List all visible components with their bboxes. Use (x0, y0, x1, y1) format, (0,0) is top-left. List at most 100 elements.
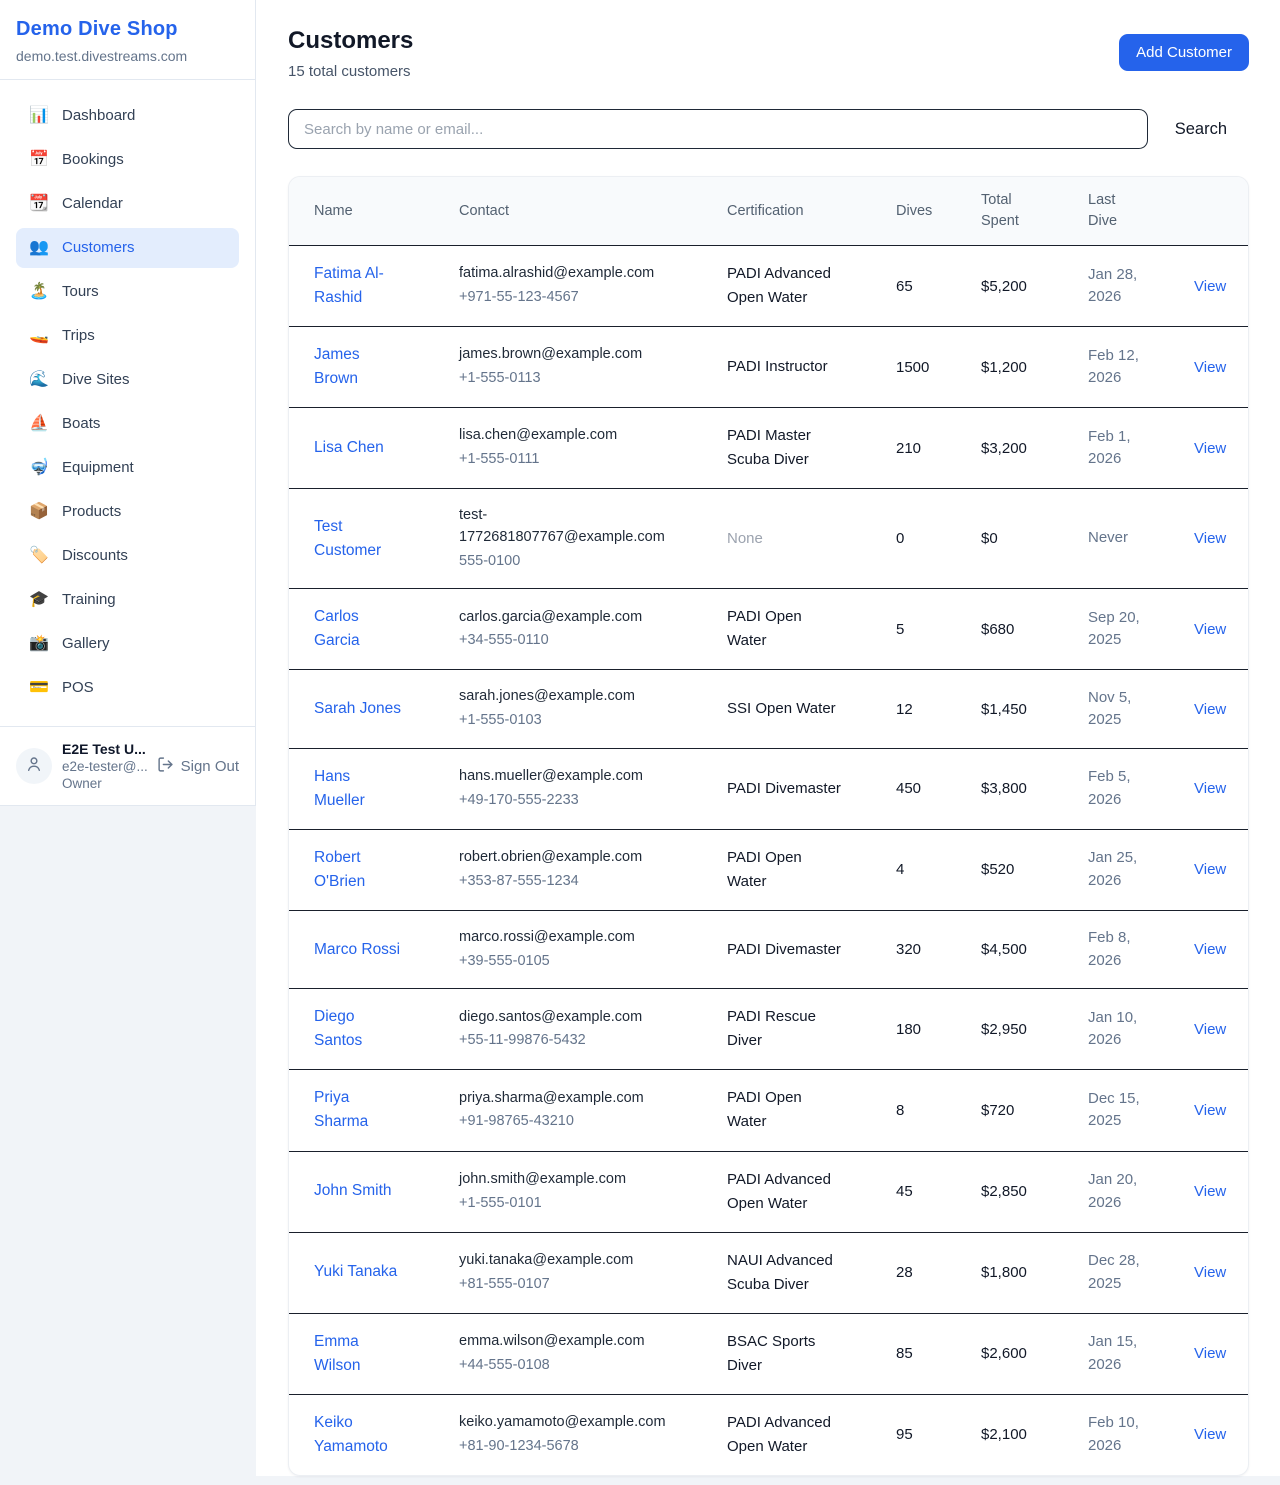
sidebar-item-training[interactable]: 🎓 Training (16, 580, 239, 620)
customers-table: Name Contact Certification Dives Total S… (289, 177, 1248, 1475)
customer-last-dive: Dec 15, 2025 (1088, 1088, 1144, 1133)
customer-dives: 5 (884, 589, 969, 670)
customer-total-spent: $3,800 (969, 748, 1076, 829)
table-row: Fatima Al-Rashid fatima.alrashid@example… (289, 246, 1248, 327)
sidebar-item-dashboard[interactable]: 📊 Dashboard (16, 96, 239, 136)
customer-name-link[interactable]: Lisa Chen (314, 436, 384, 460)
customer-name-link[interactable]: Priya Sharma (314, 1086, 404, 1134)
customer-email: carlos.garcia@example.com (459, 607, 674, 629)
sidebar-item-products[interactable]: 📦 Products (16, 492, 239, 532)
customer-total-spent: $720 (969, 1070, 1076, 1151)
customer-last-dive: Jan 28, 2026 (1088, 264, 1144, 309)
search-row: Search (288, 109, 1249, 149)
user-email: e2e-tester@... (62, 759, 147, 774)
sidebar-item-dive-sites[interactable]: 🌊 Dive Sites (16, 360, 239, 400)
page-header-text: Customers 15 total customers (288, 27, 413, 80)
view-link[interactable]: View (1194, 1102, 1226, 1119)
sidebar-item-equipment[interactable]: 🤿 Equipment (16, 448, 239, 488)
customer-last-dive: Never (1088, 527, 1144, 550)
sidebar-item-label: Gallery (62, 633, 110, 655)
customer-name-link[interactable]: Diego Santos (314, 1005, 404, 1053)
customer-name-link[interactable]: Test Customer (314, 515, 404, 563)
view-link[interactable]: View (1194, 941, 1226, 958)
customer-name-link[interactable]: Emma Wilson (314, 1330, 404, 1378)
view-link[interactable]: View (1194, 621, 1226, 638)
customer-dives: 0 (884, 489, 969, 589)
sidebar-item-discounts[interactable]: 🏷️ Discounts (16, 536, 239, 576)
customers-table-card: Name Contact Certification Dives Total S… (288, 176, 1249, 1476)
customer-name-link[interactable]: Keiko Yamamoto (314, 1411, 404, 1459)
view-link[interactable]: View (1194, 1183, 1226, 1200)
view-link[interactable]: View (1194, 1021, 1226, 1038)
sidebar-item-bookings[interactable]: 📅 Bookings (16, 140, 239, 180)
view-link[interactable]: View (1194, 1264, 1226, 1281)
customer-total-spent: $2,100 (969, 1394, 1076, 1475)
view-link[interactable]: View (1194, 701, 1226, 718)
shop-title: Demo Dive Shop (16, 18, 239, 41)
page-title: Customers (288, 27, 413, 55)
customer-name-link[interactable]: John Smith (314, 1179, 392, 1203)
customer-name-link[interactable]: Robert O'Brien (314, 846, 404, 894)
search-button[interactable]: Search (1148, 120, 1249, 139)
sidebar-item-boats[interactable]: ⛵ Boats (16, 404, 239, 444)
customer-certification: None (727, 527, 845, 551)
customer-total-spent: $1,200 (969, 327, 1076, 408)
customer-table-body: Fatima Al-Rashid fatima.alrashid@example… (289, 246, 1248, 1475)
customer-name-link[interactable]: Sarah Jones (314, 697, 401, 721)
customer-certification: PADI Open Water (727, 605, 845, 653)
customer-last-dive: Feb 5, 2026 (1088, 766, 1144, 811)
customer-name-link[interactable]: Fatima Al-Rashid (314, 262, 404, 310)
wave-icon: 🌊 (29, 369, 49, 391)
user-name: E2E Test U... (62, 741, 147, 757)
customer-name-link[interactable]: Hans Mueller (314, 765, 404, 813)
customer-name-link[interactable]: James Brown (314, 343, 404, 391)
sign-out-button[interactable]: Sign Out (157, 756, 239, 777)
customer-certification: PADI Master Scuba Diver (727, 424, 845, 472)
customer-phone: +81-90-1234-5678 (459, 1436, 703, 1458)
sidebar-item-label: Dive Sites (62, 369, 130, 391)
sidebar-item-label: Dashboard (62, 105, 135, 127)
table-row: Hans Mueller hans.mueller@example.com +4… (289, 748, 1248, 829)
sidebar-item-tours[interactable]: 🏝️ Tours (16, 272, 239, 312)
add-customer-button[interactable]: Add Customer (1119, 34, 1249, 71)
diving-mask-icon: 🤿 (29, 457, 49, 479)
view-link[interactable]: View (1194, 278, 1226, 295)
sidebar-item-pos[interactable]: 💳 POS (16, 668, 239, 708)
sailboat-icon: ⛵ (29, 413, 49, 435)
sidebar-item-gallery[interactable]: 📸 Gallery (16, 624, 239, 664)
view-link[interactable]: View (1194, 1426, 1226, 1443)
customer-last-dive: Jan 20, 2026 (1088, 1169, 1144, 1214)
sidebar-header: Demo Dive Shop demo.test.divestreams.com (0, 0, 255, 80)
customer-name-link[interactable]: Yuki Tanaka (314, 1260, 397, 1284)
customer-phone: +49-170-555-2233 (459, 790, 703, 812)
customer-phone: +91-98765-43210 (459, 1111, 703, 1133)
customer-last-dive: Feb 8, 2026 (1088, 927, 1144, 972)
sidebar-item-customers[interactable]: 👥 Customers (16, 228, 239, 268)
view-link[interactable]: View (1194, 440, 1226, 457)
sidebar-item-label: POS (62, 677, 94, 699)
sidebar-item-trips[interactable]: 🚤 Trips (16, 316, 239, 356)
sidebar-item-label: Tours (62, 281, 99, 303)
sidebar-nav: 📊 Dashboard 📅 Bookings 📆 Calendar 👥 Cust… (0, 80, 255, 726)
customer-last-dive: Sep 20, 2025 (1088, 607, 1144, 652)
customer-name-link[interactable]: Marco Rossi (314, 938, 400, 962)
customer-dives: 85 (884, 1313, 969, 1394)
customer-certification: PADI Advanced Open Water (727, 1411, 845, 1459)
table-row: Marco Rossi marco.rossi@example.com +39-… (289, 910, 1248, 989)
customer-total-spent: $680 (969, 589, 1076, 670)
sidebar-item-calendar[interactable]: 📆 Calendar (16, 184, 239, 224)
customer-certification: BSAC Sports Diver (727, 1330, 845, 1378)
view-link[interactable]: View (1194, 530, 1226, 547)
sidebar-item-label: Boats (62, 413, 100, 435)
view-link[interactable]: View (1194, 780, 1226, 797)
customer-certification: PADI Advanced Open Water (727, 262, 845, 310)
customer-total-spent: $3,200 (969, 408, 1076, 489)
customer-last-dive: Feb 12, 2026 (1088, 345, 1144, 390)
view-link[interactable]: View (1194, 861, 1226, 878)
search-input[interactable] (288, 109, 1148, 149)
view-link[interactable]: View (1194, 359, 1226, 376)
logout-icon (157, 756, 174, 777)
customer-name-link[interactable]: Carlos Garcia (314, 605, 404, 653)
view-link[interactable]: View (1194, 1345, 1226, 1362)
table-row: Emma Wilson emma.wilson@example.com +44-… (289, 1313, 1248, 1394)
